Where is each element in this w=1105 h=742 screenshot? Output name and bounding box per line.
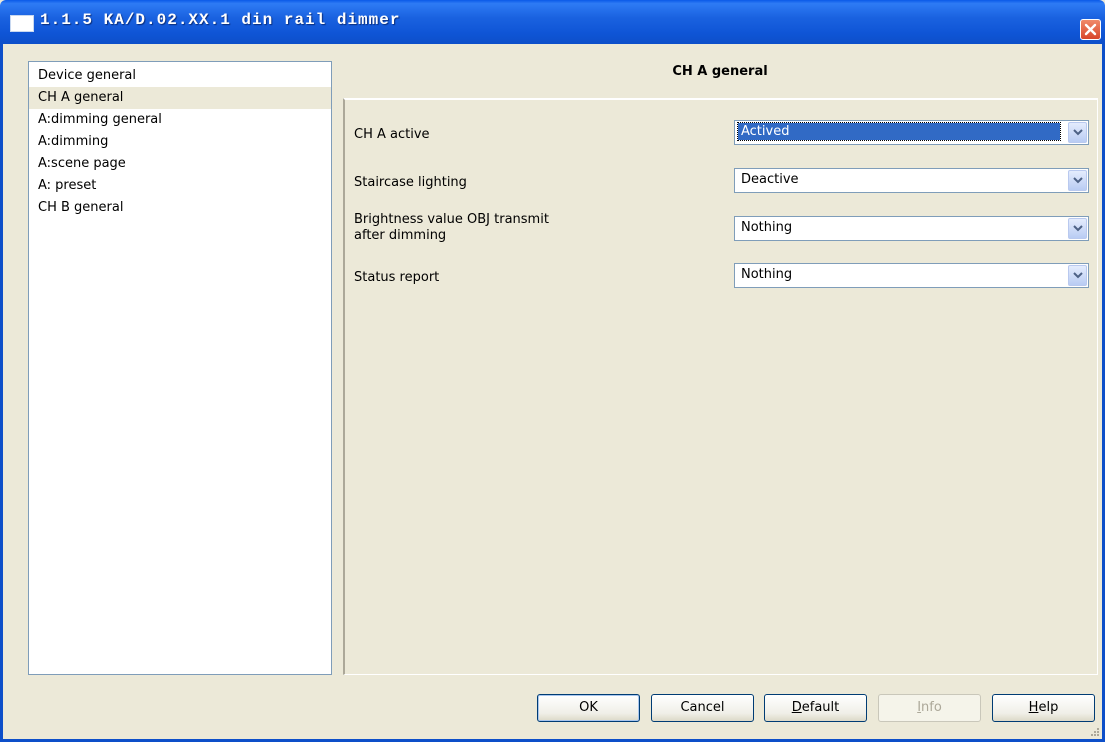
chevron-down-icon	[1073, 225, 1083, 232]
staircase-lighting-select[interactable]: Deactive	[734, 168, 1089, 193]
title-bar[interactable]: 1.1.5 KA/D.02.XX.1 din rail dimmer	[0, 0, 1105, 44]
param-label-status-report: Status report	[354, 270, 440, 285]
default-mnemonic: D	[791, 700, 802, 715]
info-label-rest: nfo	[921, 700, 942, 715]
param-label-brightness-value-line1: Brightness value OBJ transmit	[354, 212, 549, 227]
window-icon	[10, 15, 34, 32]
close-icon	[1084, 23, 1097, 36]
param-label-ch-a-active: CH A active	[354, 127, 430, 142]
status-report-select[interactable]: Nothing	[734, 263, 1089, 288]
brightness-value-transmit-select[interactable]: Nothing	[734, 216, 1089, 241]
help-mnemonic: H	[1028, 700, 1039, 715]
help-label-rest: elp	[1038, 700, 1059, 715]
dropdown-button[interactable]	[1068, 170, 1087, 191]
cancel-button[interactable]: Cancel	[651, 694, 754, 722]
chevron-down-icon	[1073, 129, 1083, 136]
info-button: Info	[878, 694, 981, 722]
chevron-down-icon	[1073, 272, 1083, 279]
panel-title: CH A general	[672, 64, 768, 79]
nav-item-a-dimming-general[interactable]: A:dimming general	[29, 109, 331, 131]
nav-item-a-dimming[interactable]: A:dimming	[29, 131, 331, 153]
ch-a-active-select[interactable]: Actived	[734, 120, 1089, 145]
default-label-rest: efault	[801, 700, 840, 715]
dropdown-button[interactable]	[1068, 122, 1087, 143]
param-label-staircase-lighting: Staircase lighting	[354, 175, 467, 190]
select-value: Actived	[737, 122, 1061, 141]
select-value: Nothing	[741, 267, 793, 282]
window-title: 1.1.5 KA/D.02.XX.1 din rail dimmer	[40, 11, 401, 29]
default-button[interactable]: Default	[764, 694, 867, 722]
dropdown-button[interactable]	[1068, 218, 1087, 239]
help-button[interactable]: Help	[992, 694, 1095, 722]
nav-item-a-preset[interactable]: A: preset	[29, 175, 331, 197]
dropdown-button[interactable]	[1068, 265, 1087, 286]
select-value: Nothing	[741, 220, 793, 235]
nav-item-ch-b-general[interactable]: CH B general	[29, 197, 331, 219]
resize-grip-icon[interactable]	[1090, 727, 1100, 737]
select-value: Deactive	[741, 172, 799, 187]
nav-item-ch-a-general[interactable]: CH A general	[29, 87, 331, 109]
parameter-page-list[interactable]: Device general CH A general A:dimming ge…	[28, 61, 332, 675]
close-button[interactable]	[1080, 19, 1101, 40]
param-label-brightness-value-line2: after dimming	[354, 228, 447, 243]
nav-item-device-general[interactable]: Device general	[29, 65, 331, 87]
ok-button[interactable]: OK	[537, 694, 640, 722]
chevron-down-icon	[1073, 177, 1083, 184]
nav-item-a-scene-page[interactable]: A:scene page	[29, 153, 331, 175]
